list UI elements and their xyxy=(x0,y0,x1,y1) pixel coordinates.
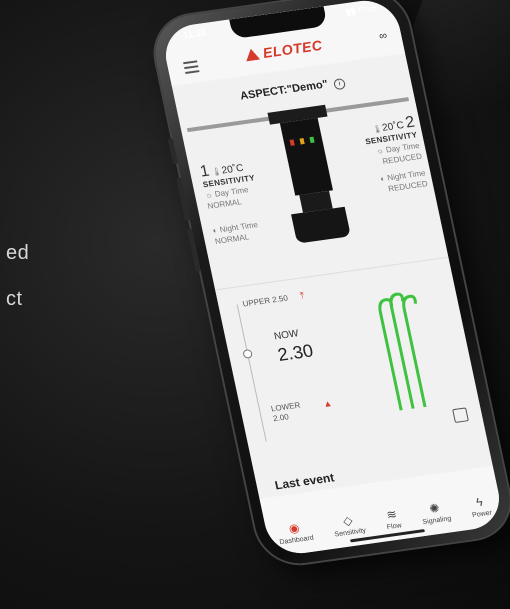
upper-threshold: UPPER 2.50 xyxy=(241,293,289,309)
sensor-left-panel[interactable]: 1 🌡20˚C SENSITIVITY ☼ Day Time NORMAL ◐ … xyxy=(199,156,295,247)
sensitivity-icon: ◇ xyxy=(341,513,354,529)
moon-icon: ◐ xyxy=(211,225,219,236)
flow-lines-icon xyxy=(378,292,427,411)
sun-icon: ☼ xyxy=(204,190,214,201)
flow-icon: ≋ xyxy=(385,506,399,523)
volume-down-button xyxy=(186,228,201,273)
logo-mark-icon xyxy=(244,48,260,62)
gauge-marker xyxy=(242,348,254,359)
tab-signaling-label: Signaling xyxy=(421,515,452,527)
now-label: NOW xyxy=(273,328,300,343)
sensor-right-panel[interactable]: 🌡20˚C 2 SENSITIVITY ☼ Day Time REDUCED ◐… xyxy=(334,114,429,201)
upper-arrow-icon: ⤒ xyxy=(299,290,306,301)
settings-icon[interactable] xyxy=(452,407,469,423)
tab-sensitivity[interactable]: ◇ Sensitivity xyxy=(331,513,367,538)
mute-switch xyxy=(167,138,179,165)
tab-power-label: Power xyxy=(471,509,493,520)
side-text-line-2: ct xyxy=(6,288,23,310)
power-icon: ϟ xyxy=(474,494,485,510)
signaling-icon: ✺ xyxy=(427,500,441,517)
tab-signaling[interactable]: ✺ Signaling xyxy=(419,500,452,527)
level-gauge: UPPER 2.50 ⤒ NOW 2.30 LOWER 2.00 ▲ xyxy=(216,261,487,470)
volume-up-button xyxy=(176,177,191,222)
info-icon[interactable]: i xyxy=(333,77,347,91)
moon-icon: ◐ xyxy=(379,174,387,184)
gauge-axis xyxy=(236,304,267,442)
now-value: 2.30 xyxy=(275,340,315,365)
side-text-line-1: ed xyxy=(6,242,30,264)
lower-value: 2.00 xyxy=(272,412,290,424)
lower-arrow-icon: ▲ xyxy=(322,398,334,410)
gauge-icon: ◉ xyxy=(287,520,301,536)
tab-power[interactable]: ϟ Power xyxy=(468,494,493,520)
tab-dashboard[interactable]: ◉ Dashboard xyxy=(276,520,315,547)
sun-icon: ☼ xyxy=(375,146,385,156)
menu-icon[interactable] xyxy=(183,60,200,77)
tab-flow-label: Flow xyxy=(386,522,403,532)
tab-flow[interactable]: ≋ Flow xyxy=(383,506,403,532)
aspect-title: ASPECT:"Demo" xyxy=(239,78,330,103)
tab-dashboard-label: Dashboard xyxy=(278,534,315,547)
